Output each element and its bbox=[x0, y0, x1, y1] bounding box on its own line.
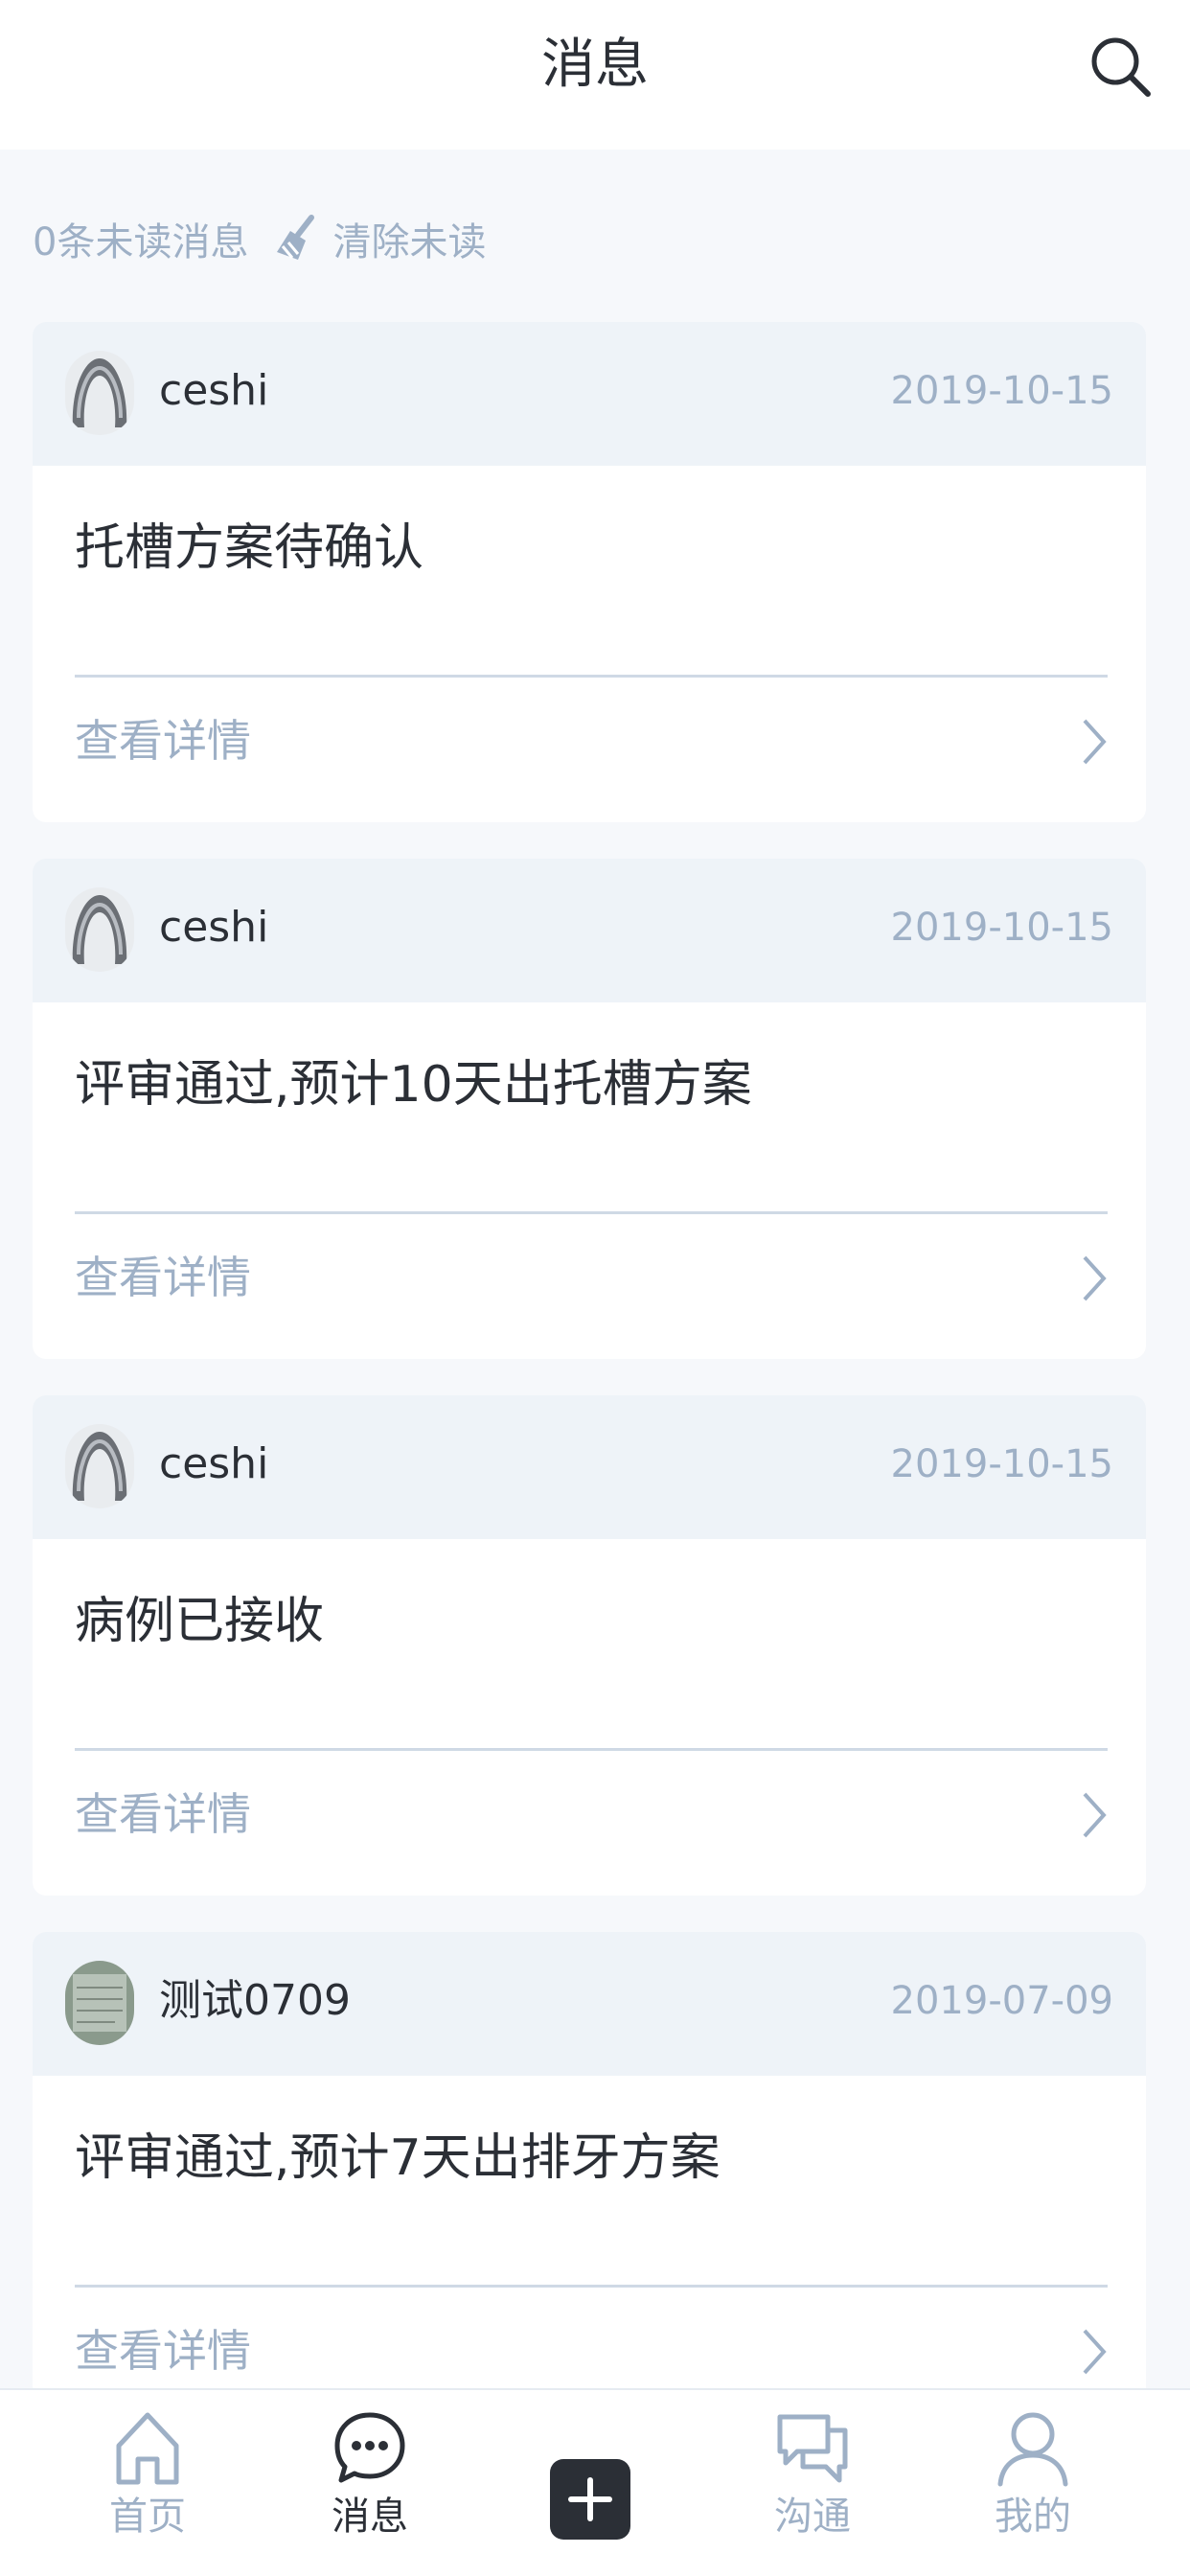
card-header: 测试0709 2019-07-09 bbox=[33, 1932, 1146, 2076]
view-details-link[interactable]: 查看详情 bbox=[75, 2317, 251, 2384]
message-card[interactable]: ceshi 2019-10-15 托槽方案待确认 查看详情 bbox=[33, 322, 1146, 822]
sender-name: 测试0709 bbox=[159, 1976, 351, 2025]
divider bbox=[75, 1748, 1108, 1751]
broom-icon bbox=[277, 215, 315, 260]
dental-scan-avatar-icon bbox=[65, 887, 134, 972]
divider bbox=[75, 2285, 1108, 2288]
message-title: 评审通过,预计10天出托槽方案 bbox=[75, 1056, 752, 1114]
plus-icon bbox=[568, 2477, 612, 2521]
page-title: 消息 bbox=[541, 34, 649, 96]
avatar bbox=[65, 351, 134, 435]
card-header: ceshi 2019-10-15 bbox=[33, 1395, 1146, 1539]
unread-bar: 0条未读消息 清除未读 bbox=[33, 205, 486, 272]
message-title: 评审通过,预计7天出排牙方案 bbox=[75, 2129, 721, 2187]
view-details-link[interactable]: 查看详情 bbox=[75, 707, 251, 774]
message-title: 病例已接收 bbox=[75, 1593, 325, 1650]
tab-messages-label: 消息 bbox=[332, 2495, 408, 2539]
view-details-link[interactable]: 查看详情 bbox=[75, 1244, 251, 1311]
tab-home[interactable]: 首页 bbox=[71, 2407, 224, 2543]
dental-scan-avatar-icon bbox=[65, 351, 134, 435]
sender-name: ceshi bbox=[159, 903, 269, 952]
tab-mine[interactable]: 我的 bbox=[956, 2407, 1110, 2543]
chevron-right-icon bbox=[1083, 1255, 1107, 1301]
bottom-tab-bar: 首页 消息 沟通 我的 bbox=[0, 2388, 1190, 2576]
message-date: 2019-07-09 bbox=[890, 1979, 1113, 2023]
tab-messages[interactable]: 消息 bbox=[293, 2407, 446, 2543]
avatar bbox=[65, 1961, 134, 2045]
clear-unread-label: 清除未读 bbox=[332, 220, 487, 264]
message-title: 托槽方案待确认 bbox=[75, 519, 424, 577]
conversation-icon bbox=[777, 2414, 848, 2483]
message-card[interactable]: ceshi 2019-10-15 评审通过,预计10天出托槽方案 查看详情 bbox=[33, 859, 1146, 1359]
home-icon bbox=[116, 2412, 179, 2485]
card-header: ceshi 2019-10-15 bbox=[33, 322, 1146, 466]
message-date: 2019-10-15 bbox=[890, 1442, 1113, 1486]
user-icon bbox=[997, 2412, 1068, 2487]
message-card[interactable]: 测试0709 2019-07-09 评审通过,预计7天出排牙方案 查看详情 bbox=[33, 1932, 1146, 2432]
chevron-right-icon bbox=[1083, 2329, 1107, 2375]
view-details-link[interactable]: 查看详情 bbox=[75, 1781, 251, 1848]
card-header: ceshi 2019-10-15 bbox=[33, 859, 1146, 1002]
dental-scan-avatar-icon bbox=[65, 1424, 134, 1508]
search-button[interactable] bbox=[1087, 33, 1156, 102]
photo-avatar-icon bbox=[65, 1961, 134, 2045]
sender-name: ceshi bbox=[159, 366, 269, 415]
chevron-right-icon bbox=[1083, 1792, 1107, 1838]
chevron-right-icon bbox=[1083, 719, 1107, 765]
unread-count: 0条未读消息 bbox=[33, 220, 249, 264]
clear-unread-button[interactable]: 清除未读 bbox=[273, 211, 486, 266]
tab-communicate[interactable]: 沟通 bbox=[736, 2407, 889, 2543]
sender-name: ceshi bbox=[159, 1439, 269, 1488]
tab-mine-label: 我的 bbox=[995, 2495, 1071, 2539]
message-card[interactable]: ceshi 2019-10-15 病例已接收 查看详情 bbox=[33, 1395, 1146, 1896]
tab-home-label: 首页 bbox=[109, 2495, 186, 2539]
avatar bbox=[65, 887, 134, 972]
message-date: 2019-10-15 bbox=[890, 906, 1113, 950]
divider bbox=[75, 1211, 1108, 1214]
search-icon bbox=[1091, 37, 1151, 97]
divider bbox=[75, 675, 1108, 678]
avatar bbox=[65, 1424, 134, 1508]
header: 消息 bbox=[0, 0, 1190, 150]
tab-communicate-label: 沟通 bbox=[774, 2495, 851, 2539]
message-date: 2019-10-15 bbox=[890, 369, 1113, 413]
add-button[interactable] bbox=[550, 2459, 630, 2540]
chat-bubble-icon bbox=[334, 2412, 405, 2483]
